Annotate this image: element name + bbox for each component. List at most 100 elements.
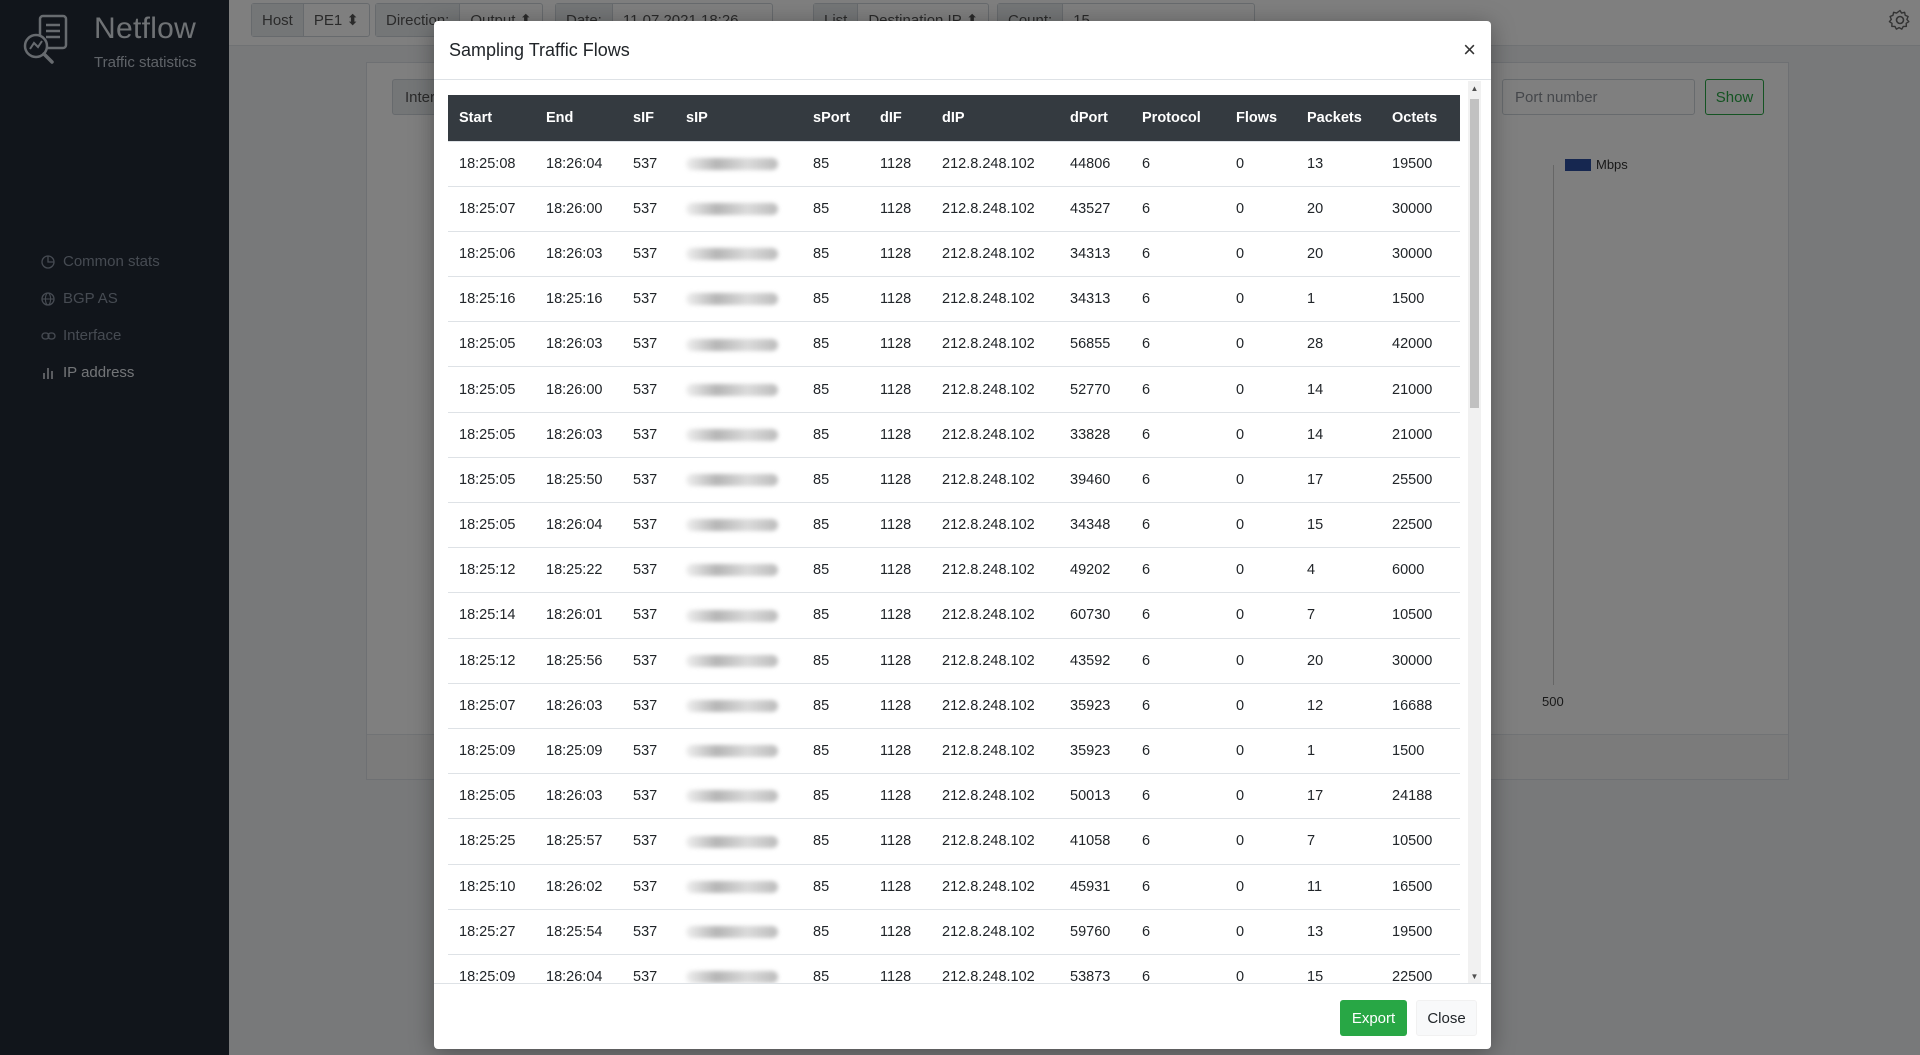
cell-sif: 537	[622, 773, 675, 819]
cell-end: 18:25:16	[535, 276, 622, 322]
cell-sip	[675, 682, 802, 729]
cell-flows: 0	[1225, 230, 1296, 277]
cell-sip	[675, 276, 802, 322]
redacted-ip	[686, 745, 778, 758]
cell-packets: 14	[1296, 366, 1381, 413]
modal-title: Sampling Traffic Flows	[449, 39, 630, 60]
cell-protocol: 6	[1131, 818, 1225, 864]
cell-sport: 85	[802, 501, 869, 548]
cell-sif: 537	[622, 185, 675, 232]
redacted-ip	[686, 880, 778, 893]
cell-dip: 212.8.248.102	[931, 592, 1059, 639]
sampling-flows-modal: Sampling Traffic Flows × Start End sIF sIP s…	[434, 21, 1491, 1049]
cell-flows: 0	[1225, 637, 1296, 684]
redacted-ip	[686, 157, 778, 170]
cell-end: 18:26:03	[535, 321, 622, 367]
cell-octets: 6000	[1381, 547, 1460, 593]
cell-dport: 59760	[1059, 908, 1131, 955]
scroll-down-icon[interactable]: ▼	[1468, 969, 1481, 983]
cell-flows: 0	[1225, 592, 1296, 639]
cell-packets: 7	[1296, 592, 1381, 639]
cell-dip: 212.8.248.102	[931, 276, 1059, 322]
redacted-ip	[686, 790, 778, 803]
cell-octets: 24188	[1381, 773, 1460, 819]
cell-dip: 212.8.248.102	[931, 411, 1059, 458]
cell-octets: 21000	[1381, 411, 1460, 458]
redacted-ip	[686, 700, 778, 713]
cell-sip	[675, 366, 802, 413]
scroll-up-icon[interactable]: ▲	[1468, 81, 1481, 95]
cell-dif: 1128	[869, 501, 931, 548]
cell-sip	[675, 908, 802, 955]
cell-end: 18:25:50	[535, 456, 622, 503]
table-row: 18:25:16 18:25:16 537 85 1128 212.8.248.102 34…	[448, 276, 1460, 322]
cell-dif: 1128	[869, 818, 931, 864]
cell-sif: 537	[622, 501, 675, 548]
cell-start: 18:25:07	[448, 185, 535, 232]
cell-octets: 10500	[1381, 592, 1460, 639]
cell-protocol: 6	[1131, 953, 1225, 983]
cell-octets: 16688	[1381, 682, 1460, 729]
cell-sip	[675, 456, 802, 503]
cell-dif: 1128	[869, 863, 931, 910]
close-button[interactable]: Close	[1416, 1000, 1477, 1036]
cell-sport: 85	[802, 953, 869, 983]
cell-dport: 50013	[1059, 773, 1131, 819]
cell-end: 18:26:00	[535, 366, 622, 413]
cell-packets: 15	[1296, 501, 1381, 548]
cell-flows: 0	[1225, 501, 1296, 548]
cell-dif: 1128	[869, 727, 931, 774]
cell-end: 18:25:54	[535, 908, 622, 955]
cell-sif: 537	[622, 818, 675, 864]
export-button[interactable]: Export	[1340, 1000, 1407, 1036]
table-body: 18:25:08 18:26:04 537 85 1128 212.8.248.102 44…	[448, 140, 1460, 983]
modal-body: Start End sIF sIP sPort dIF dIP dPort Protocol Fl…	[434, 81, 1491, 983]
table-row: 18:25:05 18:26:03 537 85 1128 212.8.248.102 56…	[448, 321, 1460, 367]
table-row: 18:25:08 18:26:04 537 85 1128 212.8.248.102 44…	[448, 140, 1460, 187]
scroll-thumb[interactable]	[1470, 99, 1479, 408]
modal-scrollbar[interactable]: ▲ ▼	[1468, 81, 1481, 983]
table-row: 18:25:07 18:26:03 537 85 1128 212.8.248.102 35…	[448, 682, 1460, 729]
cell-octets: 25500	[1381, 456, 1460, 503]
cell-sport: 85	[802, 818, 869, 864]
table-row: 18:25:12 18:25:56 537 85 1128 212.8.248.102 43…	[448, 637, 1460, 684]
cell-start: 18:25:25	[448, 818, 535, 864]
redacted-ip	[686, 293, 778, 306]
table-row: 18:25:05 18:26:00 537 85 1128 212.8.248.102 52…	[448, 366, 1460, 413]
table-row: 18:25:10 18:26:02 537 85 1128 212.8.248.102 45…	[448, 863, 1460, 910]
cell-dip: 212.8.248.102	[931, 366, 1059, 413]
cell-dport: 49202	[1059, 547, 1131, 593]
cell-end: 18:26:03	[535, 773, 622, 819]
cell-end: 18:26:04	[535, 953, 622, 983]
cell-sif: 537	[622, 592, 675, 639]
cell-start: 18:25:27	[448, 908, 535, 955]
cell-sif: 537	[622, 456, 675, 503]
cell-sport: 85	[802, 411, 869, 458]
cell-sif: 537	[622, 140, 675, 187]
cell-sip	[675, 321, 802, 367]
cell-dip: 212.8.248.102	[931, 908, 1059, 955]
cell-octets: 30000	[1381, 230, 1460, 277]
cell-dport: 52770	[1059, 366, 1131, 413]
cell-dif: 1128	[869, 592, 931, 639]
close-icon[interactable]: ×	[1463, 39, 1476, 61]
cell-octets: 21000	[1381, 366, 1460, 413]
cell-flows: 0	[1225, 185, 1296, 232]
cell-sif: 537	[622, 682, 675, 729]
cell-dport: 39460	[1059, 456, 1131, 503]
table-row: 18:25:12 18:25:22 537 85 1128 212.8.248.102 49…	[448, 547, 1460, 593]
cell-protocol: 6	[1131, 366, 1225, 413]
cell-dif: 1128	[869, 682, 931, 729]
cell-packets: 20	[1296, 637, 1381, 684]
cell-dport: 34313	[1059, 276, 1131, 322]
redacted-ip	[686, 519, 778, 532]
cell-packets: 7	[1296, 818, 1381, 864]
column-header-start: Start	[448, 95, 535, 141]
cell-octets: 19500	[1381, 140, 1460, 187]
cell-dip: 212.8.248.102	[931, 863, 1059, 910]
cell-sif: 537	[622, 547, 675, 593]
cell-sip	[675, 230, 802, 277]
cell-end: 18:26:04	[535, 140, 622, 187]
table-row: 18:25:05 18:26:03 537 85 1128 212.8.248.102 33…	[448, 411, 1460, 458]
table-row: 18:25:05 18:26:04 537 85 1128 212.8.248.102 34…	[448, 501, 1460, 548]
